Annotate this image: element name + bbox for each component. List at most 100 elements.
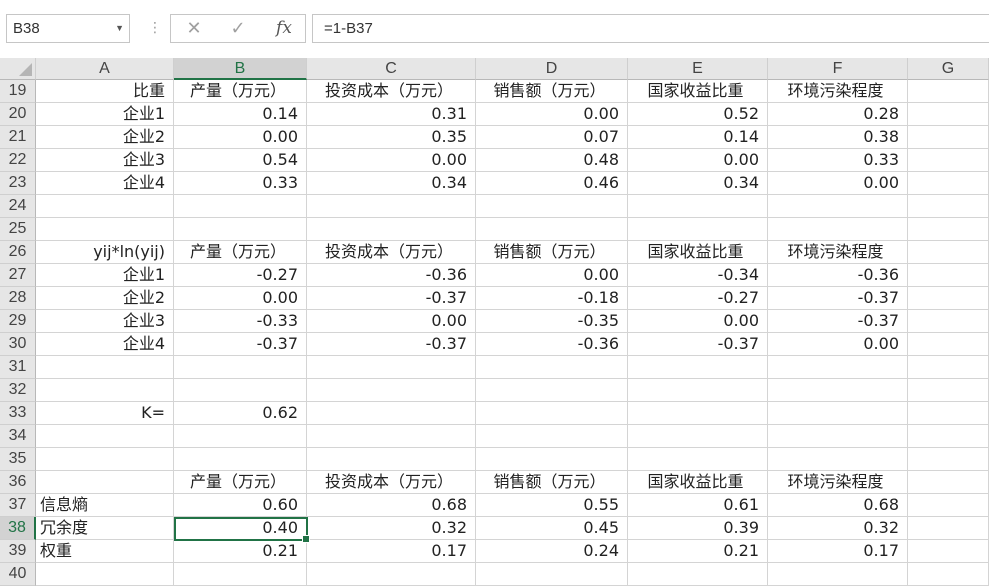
cell-a23[interactable]: 企业4 — [36, 172, 174, 195]
cell-d20[interactable]: 0.00 — [476, 103, 628, 126]
cell-f37[interactable]: 0.68 — [768, 494, 908, 517]
cell-c32[interactable] — [307, 379, 476, 402]
cancel-icon[interactable]: ✕ — [177, 15, 211, 42]
row-header[interactable]: 40 — [0, 563, 36, 586]
cell-e22[interactable]: 0.00 — [628, 149, 768, 172]
enter-icon[interactable]: ✓ — [221, 15, 255, 42]
row-header[interactable]: 30 — [0, 333, 36, 356]
cell-d19[interactable]: 销售额（万元） — [476, 80, 628, 103]
cell-c33[interactable] — [307, 402, 476, 425]
cell-f31[interactable] — [768, 356, 908, 379]
cell-g30[interactable] — [908, 333, 989, 356]
cell-c39[interactable]: 0.17 — [307, 540, 476, 563]
cell-e29[interactable]: 0.00 — [628, 310, 768, 333]
cell-b28[interactable]: 0.00 — [174, 287, 307, 310]
row-header[interactable]: 22 — [0, 149, 36, 172]
cell-g36[interactable] — [908, 471, 989, 494]
column-header-c[interactable]: C — [307, 58, 476, 80]
row-header[interactable]: 20 — [0, 103, 36, 126]
cell-b33[interactable]: 0.62 — [174, 402, 307, 425]
cell-g25[interactable] — [908, 218, 989, 241]
cell-g29[interactable] — [908, 310, 989, 333]
cell-f19[interactable]: 环境污染程度 — [768, 80, 908, 103]
cell-e37[interactable]: 0.61 — [628, 494, 768, 517]
cell-a40[interactable] — [36, 563, 174, 586]
cell-a29[interactable]: 企业3 — [36, 310, 174, 333]
cell-e32[interactable] — [628, 379, 768, 402]
cell-c21[interactable]: 0.35 — [307, 126, 476, 149]
cell-g27[interactable] — [908, 264, 989, 287]
row-header[interactable]: 34 — [0, 425, 36, 448]
cell-a19[interactable]: 比重 — [36, 80, 174, 103]
row-header[interactable]: 27 — [0, 264, 36, 287]
column-header-b[interactable]: B — [174, 58, 307, 80]
cell-b34[interactable] — [174, 425, 307, 448]
cell-d37[interactable]: 0.55 — [476, 494, 628, 517]
cell-d26[interactable]: 销售额（万元） — [476, 241, 628, 264]
cell-b38[interactable]: 0.40 — [174, 517, 307, 540]
cell-f40[interactable] — [768, 563, 908, 586]
drag-handle-icon[interactable]: ⋮ — [148, 14, 162, 43]
cell-a37[interactable]: 信息熵 — [36, 494, 174, 517]
chevron-down-icon[interactable]: ▼ — [115, 15, 124, 42]
row-header[interactable]: 32 — [0, 379, 36, 402]
row-header[interactable]: 21 — [0, 126, 36, 149]
cell-f38[interactable]: 0.32 — [768, 517, 908, 540]
cell-e31[interactable] — [628, 356, 768, 379]
cell-g34[interactable] — [908, 425, 989, 448]
cell-e30[interactable]: -0.37 — [628, 333, 768, 356]
row-header[interactable]: 25 — [0, 218, 36, 241]
cell-g35[interactable] — [908, 448, 989, 471]
cell-a33[interactable]: K= — [36, 402, 174, 425]
cell-d23[interactable]: 0.46 — [476, 172, 628, 195]
row-header[interactable]: 35 — [0, 448, 36, 471]
cell-d36[interactable]: 销售额（万元） — [476, 471, 628, 494]
name-box[interactable]: B38 ▼ — [6, 14, 130, 43]
cell-b32[interactable] — [174, 379, 307, 402]
cell-c35[interactable] — [307, 448, 476, 471]
cell-g22[interactable] — [908, 149, 989, 172]
cell-d29[interactable]: -0.35 — [476, 310, 628, 333]
cell-a36[interactable] — [36, 471, 174, 494]
cell-d35[interactable] — [476, 448, 628, 471]
cell-a32[interactable] — [36, 379, 174, 402]
cell-b40[interactable] — [174, 563, 307, 586]
cell-e23[interactable]: 0.34 — [628, 172, 768, 195]
cell-b36[interactable]: 产量（万元） — [174, 471, 307, 494]
cell-g31[interactable] — [908, 356, 989, 379]
cell-a31[interactable] — [36, 356, 174, 379]
cell-d22[interactable]: 0.48 — [476, 149, 628, 172]
cell-g40[interactable] — [908, 563, 989, 586]
cell-g28[interactable] — [908, 287, 989, 310]
cell-e28[interactable]: -0.27 — [628, 287, 768, 310]
row-header[interactable]: 24 — [0, 195, 36, 218]
cell-g20[interactable] — [908, 103, 989, 126]
cell-d25[interactable] — [476, 218, 628, 241]
cell-f39[interactable]: 0.17 — [768, 540, 908, 563]
cell-d31[interactable] — [476, 356, 628, 379]
cell-a26[interactable]: yij*ln(yij) — [36, 241, 174, 264]
column-header-f[interactable]: F — [768, 58, 908, 80]
cell-f30[interactable]: 0.00 — [768, 333, 908, 356]
cell-b24[interactable] — [174, 195, 307, 218]
cell-f32[interactable] — [768, 379, 908, 402]
cell-f29[interactable]: -0.37 — [768, 310, 908, 333]
cell-e33[interactable] — [628, 402, 768, 425]
cell-d30[interactable]: -0.36 — [476, 333, 628, 356]
cell-c38[interactable]: 0.32 — [307, 517, 476, 540]
cell-g21[interactable] — [908, 126, 989, 149]
cell-b22[interactable]: 0.54 — [174, 149, 307, 172]
cell-b27[interactable]: -0.27 — [174, 264, 307, 287]
cell-a20[interactable]: 企业1 — [36, 103, 174, 126]
cell-c20[interactable]: 0.31 — [307, 103, 476, 126]
cell-f27[interactable]: -0.36 — [768, 264, 908, 287]
cell-a28[interactable]: 企业2 — [36, 287, 174, 310]
cell-e25[interactable] — [628, 218, 768, 241]
column-header-d[interactable]: D — [476, 58, 628, 80]
row-header[interactable]: 28 — [0, 287, 36, 310]
cell-e19[interactable]: 国家收益比重 — [628, 80, 768, 103]
cell-d27[interactable]: 0.00 — [476, 264, 628, 287]
cell-g39[interactable] — [908, 540, 989, 563]
cell-f21[interactable]: 0.38 — [768, 126, 908, 149]
cell-c24[interactable] — [307, 195, 476, 218]
